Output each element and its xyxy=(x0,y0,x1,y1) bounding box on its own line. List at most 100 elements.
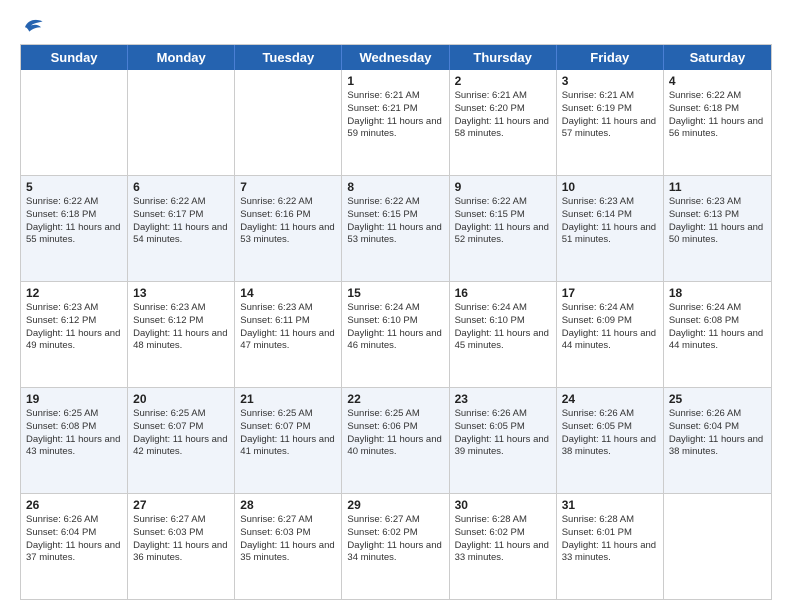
calendar-row-2: 12 Sunrise: 6:23 AM Sunset: 6:12 PM Dayli… xyxy=(21,281,771,387)
day-content: Sunrise: 6:21 AM Sunset: 6:19 PM Dayligh… xyxy=(562,90,658,141)
day-content: Sunrise: 6:27 AM Sunset: 6:03 PM Dayligh… xyxy=(240,514,336,565)
calendar-day-21: 21Sunrise: 6:25 AM Sunset: 6:07 PM Dayli… xyxy=(235,388,342,493)
calendar-day-2: 2Sunrise: 6:21 AM Sunset: 6:20 PM Daylig… xyxy=(450,70,557,175)
calendar-day-24: 24 Sunrise: 6:26 AM Sunset: 6:05 PM Dayli… xyxy=(557,388,664,493)
page: SundayMondayTuesdayWednesdayThursdayFrid… xyxy=(0,0,792,612)
day-number: 14 xyxy=(240,286,336,300)
calendar-day-20: 20 Sunrise: 6:25 AM Sunset: 6:07 PM Dayli… xyxy=(128,388,235,493)
day-content: Sunrise: 6:23 AM Sunset: 6:14 PM Dayligh… xyxy=(562,196,658,247)
day-content: Sunrise: 6:28 AM Sunset: 6:02 PM Dayligh… xyxy=(455,514,551,565)
day-content: Sunrise: 6:22 AM Sunset: 6:15 PM Dayligh… xyxy=(455,196,551,247)
day-content: Sunrise: 6:23 AM Sunset: 6:12 PM Dayligh… xyxy=(26,302,122,353)
day-content: Sunrise: 6:26 AM Sunset: 6:05 PM Dayligh… xyxy=(455,408,551,459)
day-number: 15 xyxy=(347,286,443,300)
calendar-day-13: 13 Sunrise: 6:23 AM Sunset: 6:12 PM Dayli… xyxy=(128,282,235,387)
day-content: Sunrise: 6:23 AM Sunset: 6:11 PM Dayligh… xyxy=(240,302,336,353)
calendar-day-18: 18 Sunrise: 6:24 AM Sunset: 6:08 PM Dayli… xyxy=(664,282,771,387)
calendar-day-5: 5 Sunrise: 6:22 AM Sunset: 6:18 PM Daylig… xyxy=(21,176,128,281)
day-content: Sunrise: 6:22 AM Sunset: 6:18 PM Dayligh… xyxy=(669,90,766,141)
calendar-day-28: 28 Sunrise: 6:27 AM Sunset: 6:03 PM Dayli… xyxy=(235,494,342,599)
day-content: Sunrise: 6:21 AM Sunset: 6:20 PM Dayligh… xyxy=(455,90,551,141)
calendar-day-3: 3 Sunrise: 6:21 AM Sunset: 6:19 PM Daylig… xyxy=(557,70,664,175)
day-content: Sunrise: 6:27 AM Sunset: 6:03 PM Dayligh… xyxy=(133,514,229,565)
day-content: Sunrise: 6:26 AM Sunset: 6:05 PM Dayligh… xyxy=(562,408,658,459)
day-number: 11 xyxy=(669,180,766,194)
day-number: 28 xyxy=(240,498,336,512)
day-number: 7 xyxy=(240,180,336,194)
calendar-day-19: 19 Sunrise: 6:25 AM Sunset: 6:08 PM Dayli… xyxy=(21,388,128,493)
day-number: 22 xyxy=(347,392,443,406)
calendar-day-10: 10 Sunrise: 6:23 AM Sunset: 6:14 PM Dayli… xyxy=(557,176,664,281)
calendar-day-1: 1 Sunrise: 6:21 AM Sunset: 6:21 PM Daylig… xyxy=(342,70,449,175)
day-content: Sunrise: 6:26 AM Sunset: 6:04 PM Dayligh… xyxy=(669,408,766,459)
header xyxy=(20,16,772,34)
day-content: Sunrise: 6:25 AM Sunset: 6:07 PM Dayligh… xyxy=(133,408,229,459)
day-content: Sunrise: 6:21 AM Sunset: 6:21 PM Dayligh… xyxy=(347,90,443,141)
calendar-day-7: 7 Sunrise: 6:22 AM Sunset: 6:16 PM Daylig… xyxy=(235,176,342,281)
day-number: 13 xyxy=(133,286,229,300)
calendar-day-15: 15 Sunrise: 6:24 AM Sunset: 6:10 PM Dayli… xyxy=(342,282,449,387)
day-content: Sunrise: 6:25 AM Sunset: 6:08 PM Dayligh… xyxy=(26,408,122,459)
day-content: Sunrise: 6:22 AM Sunset: 6:18 PM Dayligh… xyxy=(26,196,122,247)
day-number: 4 xyxy=(669,74,766,88)
calendar-row-3: 19 Sunrise: 6:25 AM Sunset: 6:08 PM Dayli… xyxy=(21,387,771,493)
header-day-sunday: Sunday xyxy=(21,45,128,70)
day-content: Sunrise: 6:22 AM Sunset: 6:17 PM Dayligh… xyxy=(133,196,229,247)
calendar-header: SundayMondayTuesdayWednesdayThursdayFrid… xyxy=(21,45,771,70)
day-number: 20 xyxy=(133,392,229,406)
day-number: 12 xyxy=(26,286,122,300)
day-content: Sunrise: 6:23 AM Sunset: 6:13 PM Dayligh… xyxy=(669,196,766,247)
calendar-day-9: 9Sunrise: 6:22 AM Sunset: 6:15 PM Daylig… xyxy=(450,176,557,281)
day-number: 30 xyxy=(455,498,551,512)
day-content: Sunrise: 6:24 AM Sunset: 6:08 PM Dayligh… xyxy=(669,302,766,353)
day-content: Sunrise: 6:25 AM Sunset: 6:07 PM Dayligh… xyxy=(240,408,336,459)
day-content: Sunrise: 6:28 AM Sunset: 6:01 PM Dayligh… xyxy=(562,514,658,565)
header-day-friday: Friday xyxy=(557,45,664,70)
header-day-saturday: Saturday xyxy=(664,45,771,70)
day-number: 8 xyxy=(347,180,443,194)
calendar-day-29: 29Sunrise: 6:27 AM Sunset: 6:02 PM Dayli… xyxy=(342,494,449,599)
day-number: 25 xyxy=(669,392,766,406)
day-number: 3 xyxy=(562,74,658,88)
calendar-row-4: 26 Sunrise: 6:26 AM Sunset: 6:04 PM Dayli… xyxy=(21,493,771,599)
calendar-day-26: 26 Sunrise: 6:26 AM Sunset: 6:04 PM Dayli… xyxy=(21,494,128,599)
empty-cell xyxy=(21,70,128,175)
logo-bird-icon xyxy=(22,16,44,34)
calendar-day-17: 17Sunrise: 6:24 AM Sunset: 6:09 PM Dayli… xyxy=(557,282,664,387)
calendar-day-16: 16 Sunrise: 6:24 AM Sunset: 6:10 PM Dayli… xyxy=(450,282,557,387)
header-day-monday: Monday xyxy=(128,45,235,70)
empty-cell xyxy=(128,70,235,175)
calendar-day-30: 30 Sunrise: 6:28 AM Sunset: 6:02 PM Dayli… xyxy=(450,494,557,599)
calendar-day-14: 14 Sunrise: 6:23 AM Sunset: 6:11 PM Dayli… xyxy=(235,282,342,387)
calendar-row-0: 1 Sunrise: 6:21 AM Sunset: 6:21 PM Daylig… xyxy=(21,70,771,175)
day-number: 24 xyxy=(562,392,658,406)
day-number: 16 xyxy=(455,286,551,300)
day-content: Sunrise: 6:24 AM Sunset: 6:10 PM Dayligh… xyxy=(347,302,443,353)
day-content: Sunrise: 6:23 AM Sunset: 6:12 PM Dayligh… xyxy=(133,302,229,353)
header-day-thursday: Thursday xyxy=(450,45,557,70)
calendar-day-22: 22Sunrise: 6:25 AM Sunset: 6:06 PM Dayli… xyxy=(342,388,449,493)
day-number: 6 xyxy=(133,180,229,194)
calendar-day-27: 27 Sunrise: 6:27 AM Sunset: 6:03 PM Dayli… xyxy=(128,494,235,599)
day-number: 17 xyxy=(562,286,658,300)
day-content: Sunrise: 6:26 AM Sunset: 6:04 PM Dayligh… xyxy=(26,514,122,565)
empty-cell xyxy=(664,494,771,599)
day-number: 10 xyxy=(562,180,658,194)
day-content: Sunrise: 6:22 AM Sunset: 6:15 PM Dayligh… xyxy=(347,196,443,247)
day-number: 18 xyxy=(669,286,766,300)
calendar-day-4: 4 Sunrise: 6:22 AM Sunset: 6:18 PM Daylig… xyxy=(664,70,771,175)
day-number: 27 xyxy=(133,498,229,512)
day-number: 5 xyxy=(26,180,122,194)
calendar-day-23: 23Sunrise: 6:26 AM Sunset: 6:05 PM Dayli… xyxy=(450,388,557,493)
calendar-day-8: 8 Sunrise: 6:22 AM Sunset: 6:15 PM Daylig… xyxy=(342,176,449,281)
day-content: Sunrise: 6:22 AM Sunset: 6:16 PM Dayligh… xyxy=(240,196,336,247)
day-content: Sunrise: 6:24 AM Sunset: 6:10 PM Dayligh… xyxy=(455,302,551,353)
day-number: 19 xyxy=(26,392,122,406)
day-number: 26 xyxy=(26,498,122,512)
header-day-wednesday: Wednesday xyxy=(342,45,449,70)
calendar: SundayMondayTuesdayWednesdayThursdayFrid… xyxy=(20,44,772,600)
calendar-day-12: 12 Sunrise: 6:23 AM Sunset: 6:12 PM Dayli… xyxy=(21,282,128,387)
empty-cell xyxy=(235,70,342,175)
calendar-body: 1 Sunrise: 6:21 AM Sunset: 6:21 PM Daylig… xyxy=(21,70,771,599)
day-number: 1 xyxy=(347,74,443,88)
